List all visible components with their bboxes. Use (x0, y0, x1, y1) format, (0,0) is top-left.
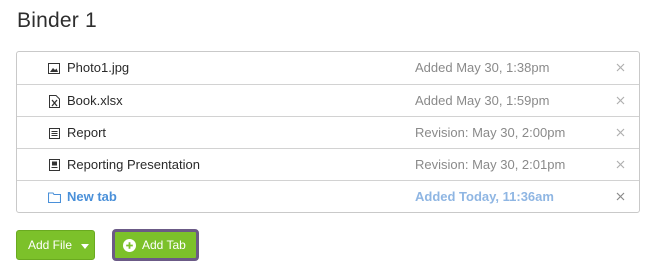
file-list: Photo1.jpg Added May 30, 1:38pm Book.xls… (16, 51, 640, 213)
file-name[interactable]: New tab (67, 189, 117, 204)
list-item[interactable]: Report Revision: May 30, 2:00pm (17, 116, 639, 148)
close-icon[interactable] (613, 157, 627, 171)
folder-icon (47, 190, 61, 204)
list-item[interactable]: Reporting Presentation Revision: May 30,… (17, 148, 639, 180)
document-icon (47, 126, 61, 140)
add-tab-label: Add Tab (142, 238, 186, 252)
add-tab-button[interactable]: Add Tab (112, 229, 199, 261)
close-icon[interactable] (613, 189, 627, 203)
file-timestamp: Revision: May 30, 2:00pm (415, 125, 566, 140)
file-name: Report (67, 125, 107, 140)
file-timestamp: Added May 30, 1:59pm (415, 93, 550, 108)
list-item[interactable]: Book.xlsx Added May 30, 1:59pm (17, 84, 639, 116)
close-icon[interactable] (613, 125, 627, 139)
file-name: Reporting Presentation (67, 157, 200, 172)
page-title: Binder 1 (17, 9, 97, 32)
file-timestamp: Added Today, 11:36am (415, 189, 554, 204)
file-name: Photo1.jpg (67, 60, 130, 75)
close-icon[interactable] (613, 93, 627, 107)
list-item[interactable]: Photo1.jpg Added May 30, 1:38pm (17, 52, 639, 84)
add-file-label: Add File (28, 238, 73, 252)
image-file-icon (47, 61, 61, 75)
plus-circle-icon (123, 238, 136, 252)
list-item[interactable]: New tab Added Today, 11:36am (17, 180, 639, 212)
close-icon[interactable] (613, 60, 627, 74)
add-file-button[interactable]: Add File (16, 230, 95, 260)
file-name: Book.xlsx (67, 93, 123, 108)
presentation-icon (47, 158, 61, 172)
excel-file-icon (47, 94, 61, 108)
caret-down-icon (81, 244, 89, 249)
file-timestamp: Revision: May 30, 2:01pm (415, 157, 566, 172)
file-timestamp: Added May 30, 1:38pm (415, 60, 550, 75)
